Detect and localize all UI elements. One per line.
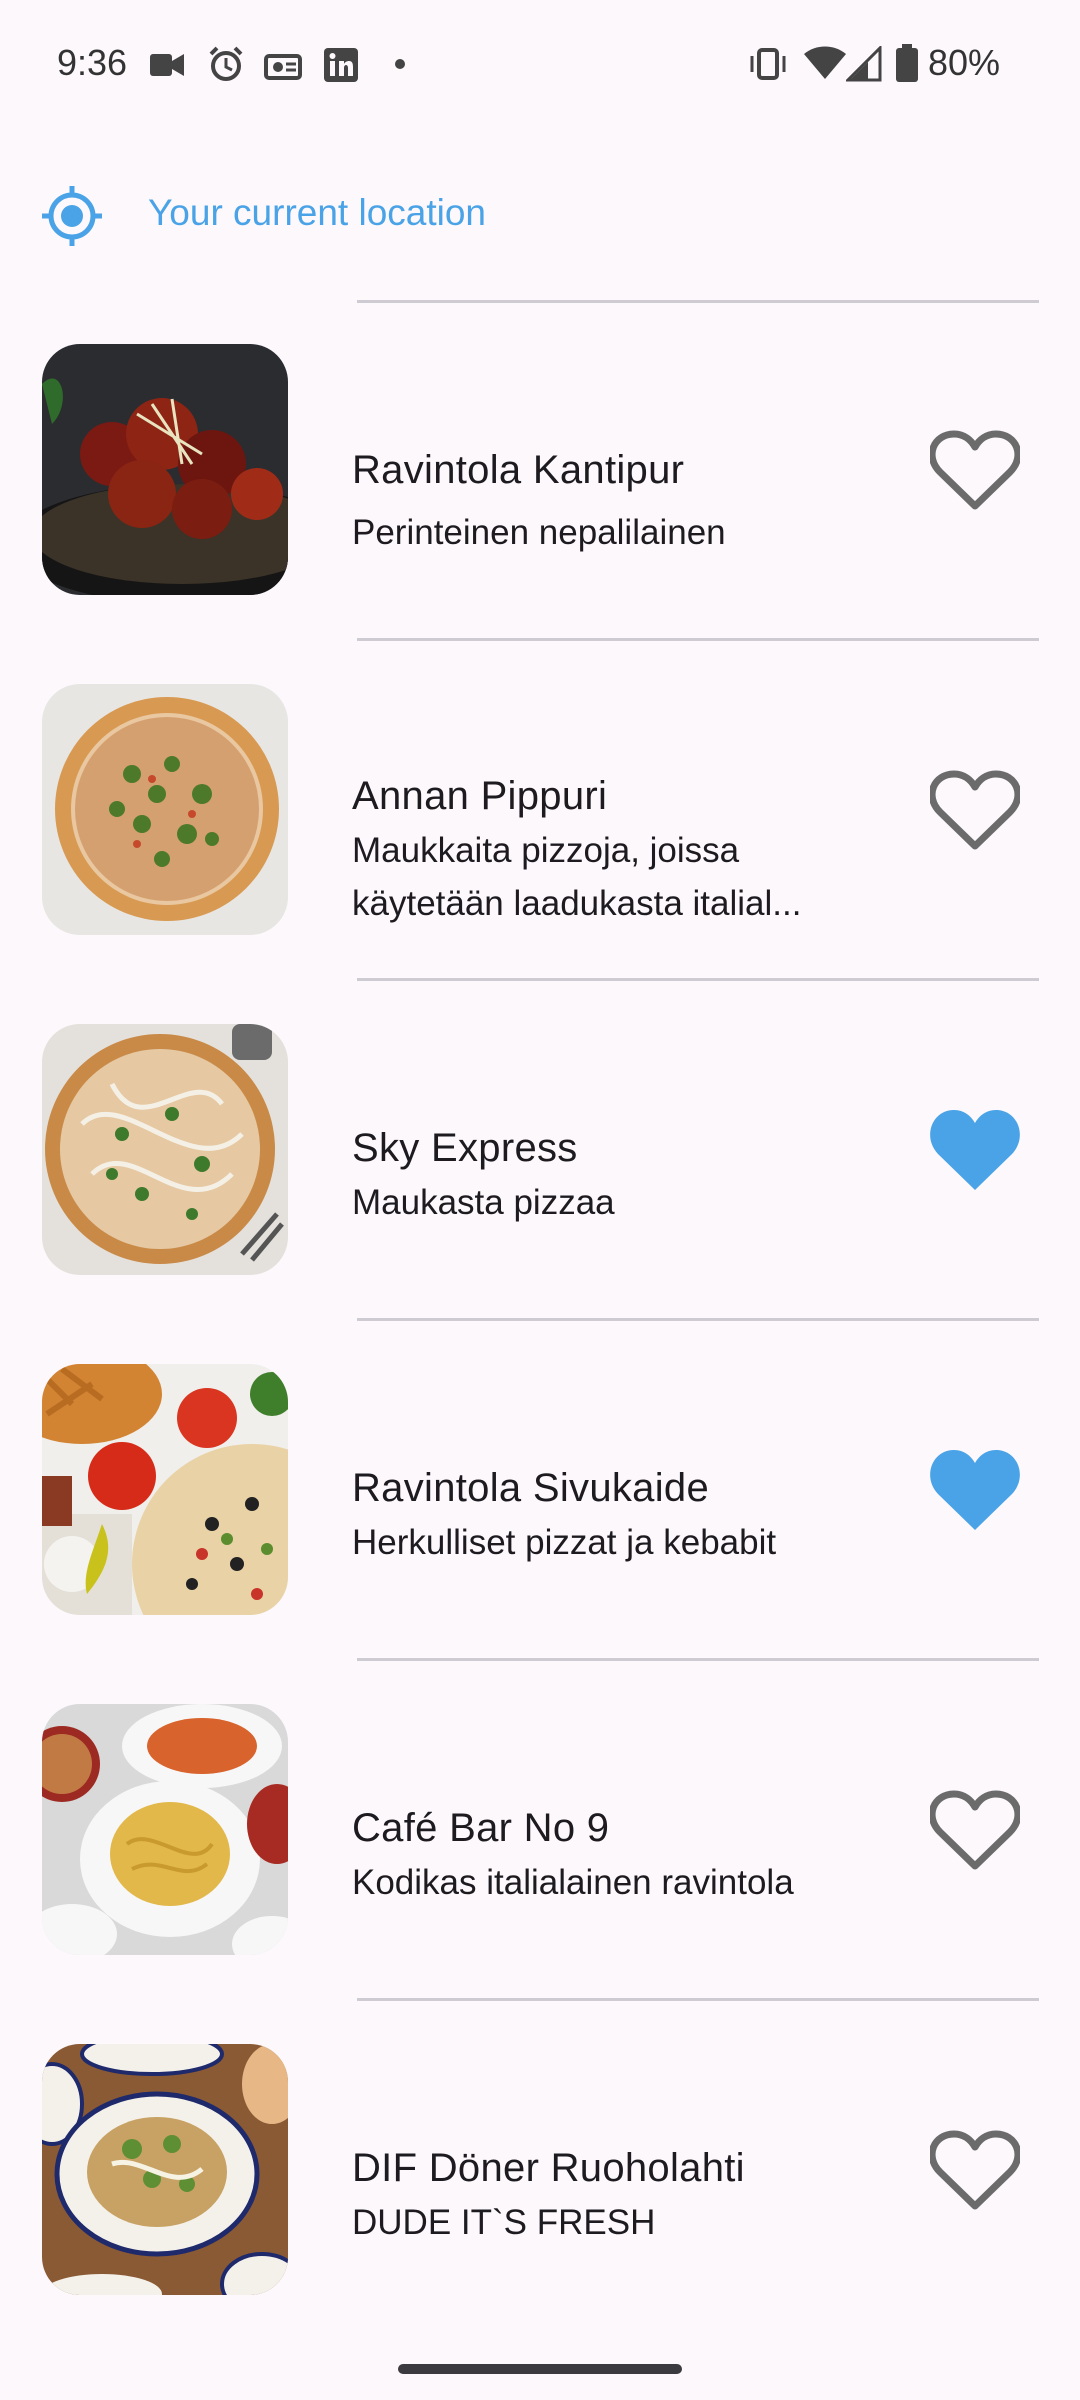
restaurant-image	[42, 1024, 288, 1275]
favorite-outline-icon[interactable]	[930, 1790, 1020, 1872]
status-time: 9:36	[57, 42, 128, 83]
alarm-icon	[209, 46, 243, 81]
restaurant-row[interactable]: Café Bar No 9 Kodikas italialainen ravin…	[0, 1700, 1080, 2040]
current-location-button[interactable]: Your current location	[40, 180, 740, 250]
restaurant-image	[42, 1704, 288, 1955]
favorite-filled-icon[interactable]	[930, 1450, 1020, 1532]
restaurant-name: DIF Döner Ruoholahti	[352, 2146, 745, 2190]
signal-icon	[846, 46, 882, 82]
restaurant-name: Ravintola Kantipur	[352, 448, 685, 492]
restaurant-row[interactable]: Sky Express Maukasta pizzaa	[0, 1020, 1080, 1360]
restaurant-row[interactable]: Ravintola Sivukaide Herkulliset pizzat j…	[0, 1360, 1080, 1700]
restaurant-description: Maukkaita pizzoja, joissa käytetään laad…	[352, 831, 802, 923]
restaurant-description: Herkulliset pizzat ja kebabit	[352, 1523, 777, 1562]
restaurant-row[interactable]: DIF Döner Ruoholahti DUDE IT`S FRESH	[0, 2040, 1080, 2380]
divider	[357, 300, 1039, 303]
wifi-icon	[804, 46, 846, 79]
divider	[357, 1658, 1039, 1661]
current-location-label: Your current location	[148, 192, 487, 233]
restaurant-description: Kodikas italialainen ravintola	[352, 1863, 794, 1902]
restaurant-image	[42, 684, 288, 935]
restaurant-name: Ravintola Sivukaide	[352, 1466, 710, 1510]
restaurant-row[interactable]: Annan Pippuri Maukkaita pizzoja, joissa …	[0, 680, 1080, 1020]
restaurant-name: Sky Express	[352, 1126, 578, 1170]
cast-icon	[264, 54, 302, 80]
restaurant-row[interactable]: Ravintola Kantipur Perinteinen nepalilai…	[0, 340, 1080, 680]
divider	[357, 1318, 1039, 1321]
home-indicator[interactable]	[398, 2364, 682, 2374]
vibrate-icon	[750, 48, 786, 80]
favorite-outline-icon[interactable]	[930, 430, 1020, 512]
status-bar: 9:36 80%	[0, 0, 1080, 130]
divider	[357, 638, 1039, 641]
battery-icon	[896, 44, 918, 82]
linkedin-icon	[324, 48, 358, 82]
restaurant-description: Maukasta pizzaa	[352, 1183, 615, 1222]
restaurant-name: Café Bar No 9	[352, 1806, 610, 1850]
favorite-outline-icon[interactable]	[930, 2130, 1020, 2212]
battery-percentage: 80%	[928, 42, 1001, 83]
favorite-filled-icon[interactable]	[930, 1110, 1020, 1192]
restaurant-image	[42, 2044, 288, 2295]
restaurant-description: DUDE IT`S FRESH	[352, 2203, 656, 2242]
restaurant-image	[42, 344, 288, 595]
divider	[357, 1998, 1039, 2001]
divider	[357, 978, 1039, 981]
restaurant-name: Annan Pippuri	[352, 774, 608, 818]
restaurant-image	[42, 1364, 288, 1615]
favorite-outline-icon[interactable]	[930, 770, 1020, 852]
dot-icon	[395, 59, 405, 69]
my-location-icon	[42, 186, 102, 246]
video-camera-icon	[150, 54, 184, 76]
restaurant-description: Perinteinen nepalilainen	[352, 513, 726, 552]
